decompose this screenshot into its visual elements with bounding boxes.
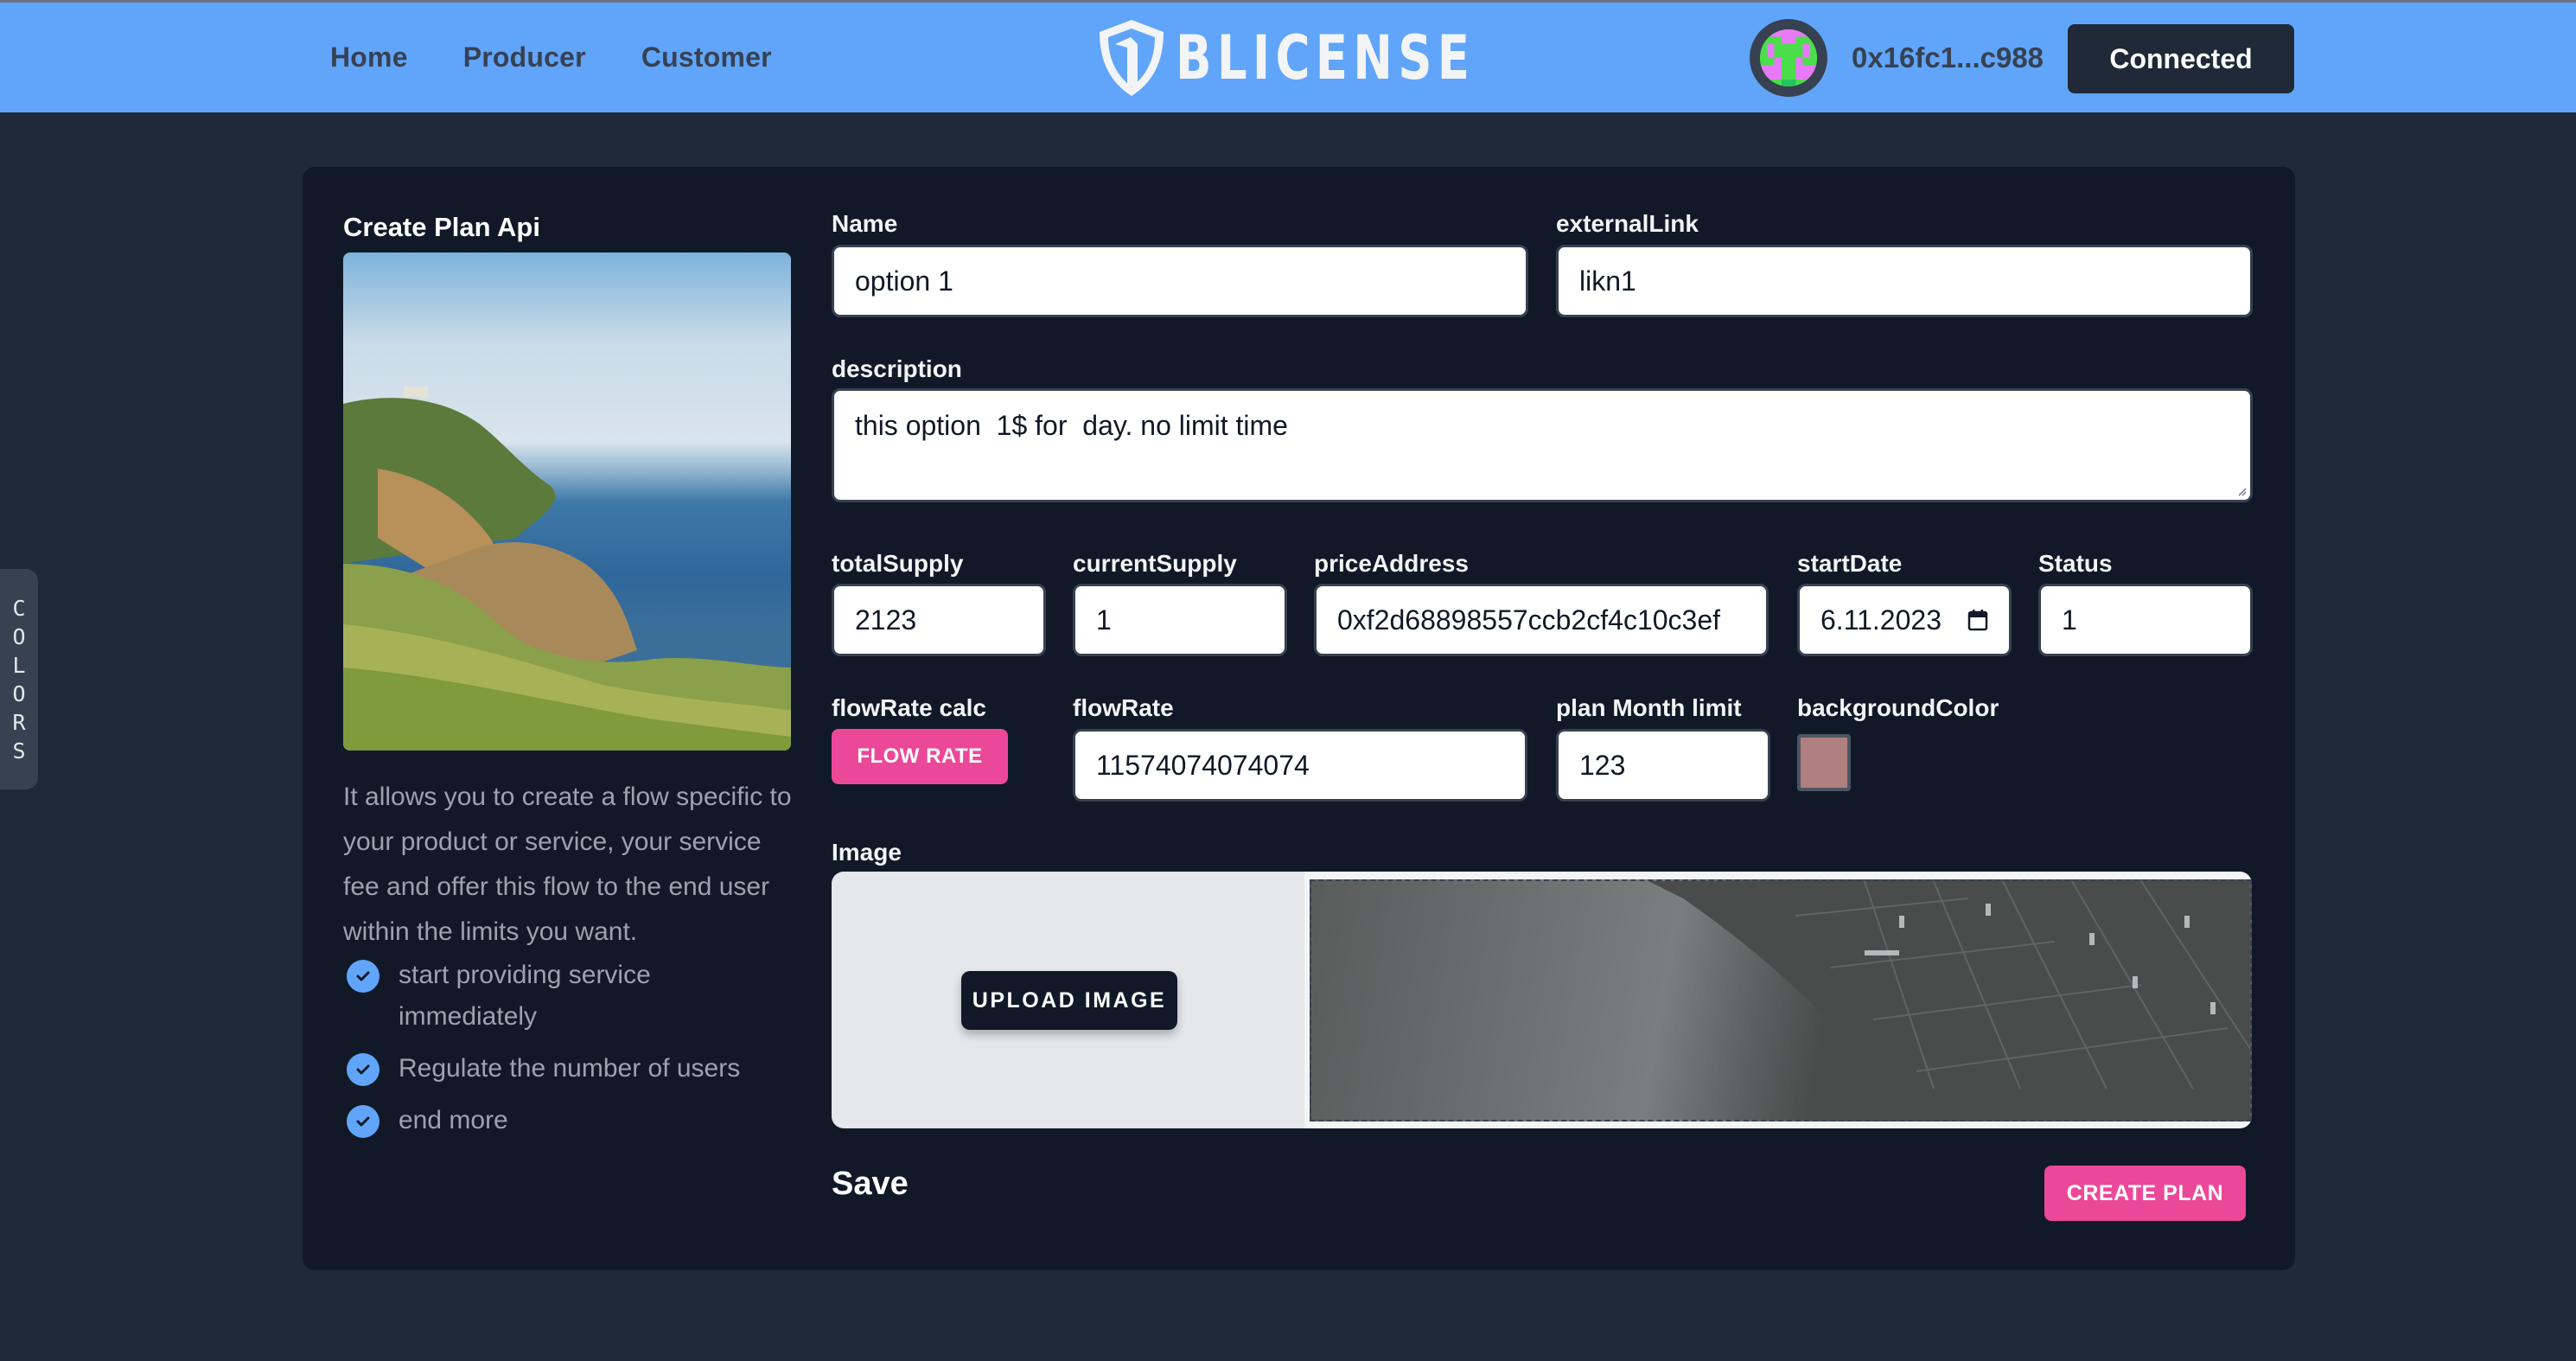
plan-month-limit-input[interactable]: 123 [1556,729,1770,802]
panel-title: Create Plan Api [343,212,540,242]
image-label: Image [832,839,902,866]
feature-list: start providing service immediately Regu… [343,955,793,1141]
plan-info-panel: Create Plan Api It allows you to create … [343,212,793,1141]
top-navbar: Home Producer Customer BLICENSE 0x16fc1.… [0,3,2576,112]
shield-logo-icon [1100,20,1164,96]
image-preview [1310,879,2252,1121]
background-color-label: backgroundColor [1797,694,1999,721]
colors-tab-letter: O [12,680,26,706]
wallet-address: 0x16fc1...c988 [1852,41,2044,73]
check-circle-icon [347,1105,379,1138]
upload-image-button[interactable]: UPLOAD IMAGE [961,971,1177,1030]
feature-text: start providing service immediately [399,961,651,1031]
flow-rate-button[interactable]: FLOW RATE [832,729,1008,784]
feature-text: end more [399,1106,508,1134]
name-label: Name [832,210,898,237]
feature-item: Regulate the number of users [343,1048,793,1089]
description-textarea[interactable]: this option 1$ for day. no limit time [832,388,2253,502]
colors-tab-letter: O [12,623,26,649]
create-plan-card: Create Plan Api It allows you to create … [303,167,2295,1270]
nav-home[interactable]: Home [330,42,408,73]
start-date-value: 6.11.2023 [1820,604,1942,636]
main-nav: Home Producer Customer [330,3,772,112]
feature-text: Regulate the number of users [399,1054,741,1083]
external-link-label: externalLink [1556,210,1699,237]
brand-name: BLICENSE [1176,22,1476,93]
status-label: Status [2038,550,2113,577]
colors-tab-letter: L [12,652,26,678]
avatar[interactable] [1750,18,1827,97]
check-circle-icon [347,960,379,993]
feature-item: start providing service immediately [343,955,793,1038]
colors-side-tab[interactable]: C O L O R S [0,569,38,789]
create-plan-button[interactable]: CREATE PLAN [2044,1166,2246,1221]
nav-customer[interactable]: Customer [641,42,772,73]
identicon-icon [1760,29,1817,86]
price-address-label: priceAddress [1314,550,1469,577]
current-supply-input[interactable]: 1 [1073,584,1287,656]
total-supply-label: totalSupply [832,550,964,577]
save-section-title: Save [832,1166,909,1202]
name-input[interactable]: option 1 [832,245,1528,317]
brand-logo[interactable]: BLICENSE [1096,18,1559,98]
nav-producer[interactable]: Producer [463,42,586,73]
coastline-image [343,252,791,751]
plan-month-limit-label: plan Month limit [1556,694,1742,721]
colors-tab-letter: R [12,709,26,735]
current-supply-label: currentSupply [1073,550,1237,577]
flow-rate-input[interactable]: 11574074074074 [1073,729,1527,802]
plan-description-text: It allows you to create a flow specific … [343,783,792,946]
feature-item: end more [343,1100,793,1141]
external-link-input[interactable]: likn1 [1556,245,2253,317]
resize-handle-icon[interactable] [2236,486,2247,496]
background-color-picker[interactable] [1797,734,1851,791]
total-supply-input[interactable]: 2123 [832,584,1046,656]
price-address-input[interactable]: 0xf2d68898557ccb2cf4c10c3ef [1314,584,1769,656]
description-label: description [832,355,962,382]
account-info[interactable]: 0x16fc1...c988 [1750,3,2044,112]
flow-rate-calc-label: flowRate calc [832,694,986,721]
calendar-icon[interactable] [1967,609,1988,631]
flow-rate-label: flowRate [1073,694,1174,721]
start-date-label: startDate [1797,550,1903,577]
image-preview-container [1304,872,2252,1128]
image-upload-area: UPLOAD IMAGE [832,872,2252,1128]
connect-wallet-button[interactable]: Connected [2068,24,2294,93]
colors-tab-letter: S [12,738,26,764]
status-input[interactable]: 1 [2038,584,2253,656]
start-date-input[interactable]: 6.11.2023 [1797,584,2012,656]
description-value: this option 1$ for day. no limit time [855,410,1288,441]
check-circle-icon [347,1053,379,1086]
colors-tab-letter: C [12,595,26,621]
